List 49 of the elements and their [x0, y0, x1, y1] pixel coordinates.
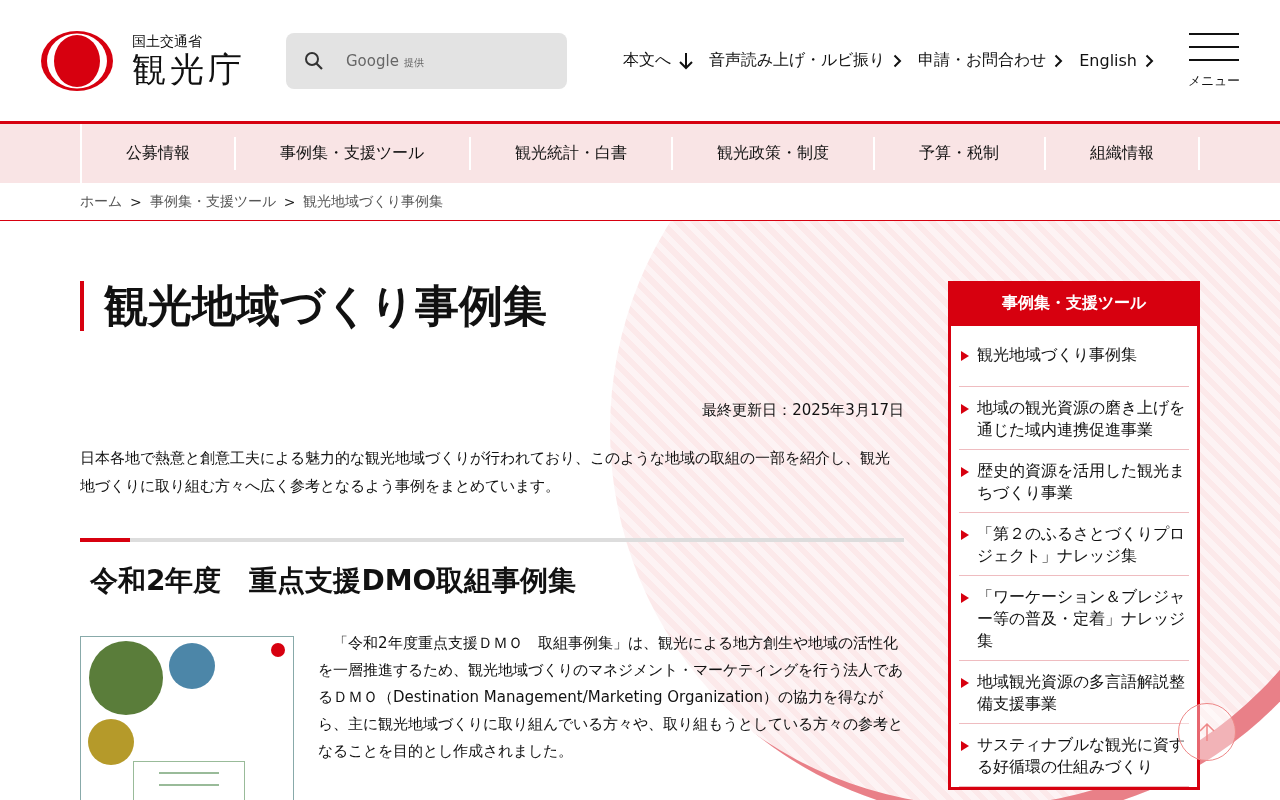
global-nav-item[interactable]: 観光政策・制度: [673, 137, 876, 170]
last-updated-date: 最終更新日：2025年3月17日: [701, 401, 904, 420]
breadcrumb-separator: >: [130, 193, 142, 210]
report-cover-drawing[interactable]: [80, 636, 294, 800]
chevron-right-icon: [1054, 53, 1064, 68]
agency-name: 観光庁: [132, 48, 246, 89]
ministry-name: 国土交通省: [132, 32, 203, 49]
intro-paragraph: 日本各地で熱意と創意工夫による魅力的な観光地域づくりが行われており、このような地域の取組の一部を紹介し、観光地づくりに取り組む方々へ広く参考となるよう事例をまとめています。: [80, 448, 891, 497]
header-link[interactable]: English: [1079, 51, 1154, 70]
global-nav-item[interactable]: 事例集・支援ツール: [236, 137, 471, 170]
triangle-bullet-icon: [961, 530, 969, 540]
global-nav-item[interactable]: 公募情報: [82, 137, 237, 170]
chevron-right-icon: [1145, 53, 1154, 68]
sidebar-link[interactable]: サスティナブルな観光に資する好循環の仕組みづくり: [977, 734, 1187, 778]
search-icon: [304, 50, 324, 71]
triangle-bullet-icon: [961, 678, 969, 688]
sidebar-link[interactable]: 「第２のふるさとづくりプロジェクト」ナレッジ集: [977, 523, 1187, 567]
global-nav-item[interactable]: 組織情報: [1045, 137, 1200, 170]
sidebar-link[interactable]: 「ワーケーション＆ブレジャー等の普及・定着」ナレッジ集: [977, 586, 1187, 652]
triangle-bullet-icon: [961, 741, 969, 751]
sidebar-link[interactable]: 歴史的資源を活用した観光まちづくり事業: [977, 460, 1187, 504]
global-nav-item[interactable]: 予算・税制: [875, 137, 1046, 170]
breadcrumb-separator: >: [283, 193, 296, 210]
triangle-bullet-icon: [961, 467, 969, 477]
page-title: 観光地域づくり事例集: [80, 281, 904, 331]
search-placeholder: Google 提供: [346, 51, 424, 70]
header-link[interactable]: 申請・お問合わせ: [918, 50, 1064, 71]
triangle-bullet-icon: [961, 404, 969, 414]
logo-icon[interactable]: [40, 29, 114, 92]
breadcrumb-link[interactable]: 観光地域づくり事例集: [303, 192, 444, 211]
breadcrumb-link[interactable]: ホーム: [80, 192, 122, 211]
triangle-bullet-icon: [961, 593, 969, 603]
menu-icon: [1189, 31, 1239, 62]
down-arrow-icon: [679, 51, 694, 70]
sidebar-link[interactable]: 地域観光資源の多言語解説整備支援事業: [977, 671, 1187, 715]
header-link[interactable]: 本文へ: [623, 50, 694, 71]
global-nav-item[interactable]: 観光統計・白書: [470, 137, 673, 170]
breadcrumb-link[interactable]: 事例集・支援ツール: [149, 192, 276, 211]
chevron-right-icon: [893, 53, 903, 68]
header-link[interactable]: 音声読み上げ・ルビ振り: [709, 50, 903, 71]
triangle-bullet-icon: [961, 351, 969, 361]
search-field[interactable]: Google 提供: [286, 32, 567, 89]
menu-button[interactable]: メニュー: [1188, 31, 1240, 90]
sidebar-link[interactable]: 地域の観光資源の磨き上げを通じた域内連携促進事業: [977, 397, 1187, 441]
up-arrow-icon: [1199, 722, 1215, 742]
sidebar-title: 事例集・支援ツール: [951, 281, 1197, 326]
sidebar-link[interactable]: 観光地域づくり事例集: [977, 344, 1137, 366]
section-description: 「令和2年度重点支援ＤＭＯ 取組事例集」は、観光による地方創生や地域の活性化を一層推進するため、観光地域づくりのマネジメント・マーケティングを行う法人であるＤＭＯ（Destination Management/Marketing Organization）の協力を得ながら、主に観光地域づくりに取り組んでいる方々や、取り組もうとしている方々の参考となることを目的とし作成されました。: [318, 633, 904, 762]
section-heading: 令和2年度 重点支援DMO取組事例集: [90, 563, 578, 599]
